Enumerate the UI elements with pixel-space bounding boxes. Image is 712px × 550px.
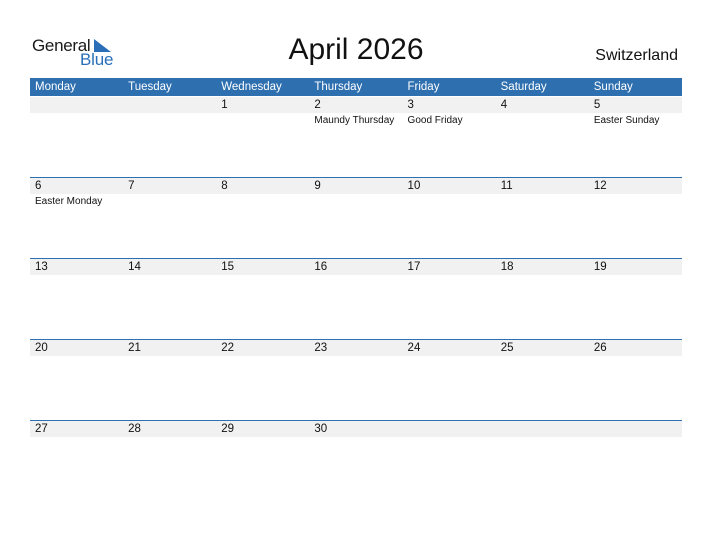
holiday-label: Easter Sunday [593, 115, 660, 126]
day-cell: 10 [403, 178, 496, 259]
day-cell: 16 [309, 259, 402, 340]
day-number: 23 [314, 342, 328, 354]
day-cell [403, 421, 496, 502]
day-number: 28 [128, 423, 141, 435]
day-cell: 20 [30, 340, 123, 421]
day-number: 16 [314, 261, 328, 273]
day-number: 9 [314, 180, 321, 192]
day-cell: 27 [30, 421, 123, 502]
day-cell: 2 Maundy Thursday [309, 97, 402, 178]
day-number: 5 [593, 99, 601, 111]
day-number: 21 [128, 342, 141, 354]
day-number: 8 [221, 180, 228, 192]
week-row: 13 14 15 16 17 18 19 [30, 258, 682, 340]
day-number: 27 [35, 423, 48, 435]
day-number: 26 [593, 342, 607, 354]
day-number: 17 [407, 261, 421, 273]
day-cell: 3 Good Friday [403, 97, 496, 178]
day-cell: 22 [216, 340, 309, 421]
day-number: 6 [35, 180, 42, 192]
holiday-label: Easter Monday [35, 196, 103, 207]
day-cell: 8 [216, 178, 309, 259]
day-number: 14 [128, 261, 141, 273]
day-number: 20 [35, 342, 48, 354]
country-label: Switzerland [595, 47, 678, 64]
weekday-header: Wednesday [221, 81, 282, 93]
day-cell: 12 [589, 178, 682, 259]
day-cell: 30 [309, 421, 402, 502]
day-number: 1 [221, 99, 228, 111]
day-cell: 17 [403, 259, 496, 340]
day-number: 19 [593, 261, 607, 273]
day-number: 25 [500, 342, 514, 354]
day-number: 22 [221, 342, 235, 354]
holiday-label: Good Friday [407, 115, 463, 126]
day-cell: 14 [123, 259, 216, 340]
day-cell [30, 97, 123, 178]
day-number: 12 [593, 180, 607, 192]
day-cell: 15 [216, 259, 309, 340]
day-cell: 26 [589, 340, 682, 421]
day-cell: 28 [123, 421, 216, 502]
day-cell: 6 Easter Monday [30, 178, 123, 259]
day-cell: 29 [216, 421, 309, 502]
week-row: 1 2 Maundy Thursday 3 Good Friday 4 5 Easter Su… [30, 97, 682, 178]
day-number: 11 [500, 180, 513, 192]
calendar-grid: Monday Tuesday Wednesday Thursday Friday… [30, 78, 682, 437]
day-cell [123, 97, 216, 178]
day-cell: 7 [123, 178, 216, 259]
day-number: 18 [500, 261, 514, 273]
day-cell: 18 [496, 259, 589, 340]
day-cell: 13 [30, 259, 123, 340]
holiday-label: Maundy Thursday [314, 115, 395, 126]
day-number: 7 [128, 180, 135, 192]
day-cell: 21 [123, 340, 216, 421]
day-cell: 5 Easter Sunday [589, 97, 682, 178]
weekday-header: Thursday [314, 81, 363, 93]
week-row: 27 28 29 30 [30, 420, 682, 502]
day-number: 13 [35, 261, 48, 273]
weekday-header: Monday [35, 81, 76, 93]
weekday-header-row: Monday Tuesday Wednesday Thursday Friday… [30, 78, 682, 96]
day-cell [496, 421, 589, 502]
day-cell: 4 [496, 97, 589, 178]
day-cell: 1 [216, 97, 309, 178]
day-number: 29 [221, 423, 235, 435]
day-cell: 23 [309, 340, 402, 421]
weekday-header: Saturday [500, 81, 547, 93]
day-number: 2 [314, 99, 321, 111]
day-number: 4 [500, 99, 508, 111]
weekday-header: Friday [407, 81, 440, 93]
day-cell: 19 [589, 259, 682, 340]
day-cell: 11 [496, 178, 589, 259]
day-number: 3 [407, 99, 414, 111]
week-row: 6 Easter Monday 7 8 9 10 11 12 [30, 177, 682, 259]
day-number: 15 [221, 261, 235, 273]
day-number: 10 [407, 180, 421, 192]
weekday-header: Sunday [593, 81, 633, 93]
day-cell: 9 [309, 178, 402, 259]
day-number: 24 [407, 342, 421, 354]
weekday-header: Tuesday [128, 81, 172, 93]
day-cell: 24 [403, 340, 496, 421]
week-row: 20 21 22 23 24 25 26 [30, 339, 682, 421]
day-cell: 25 [496, 340, 589, 421]
day-number: 30 [314, 423, 328, 435]
day-cell [589, 421, 682, 502]
